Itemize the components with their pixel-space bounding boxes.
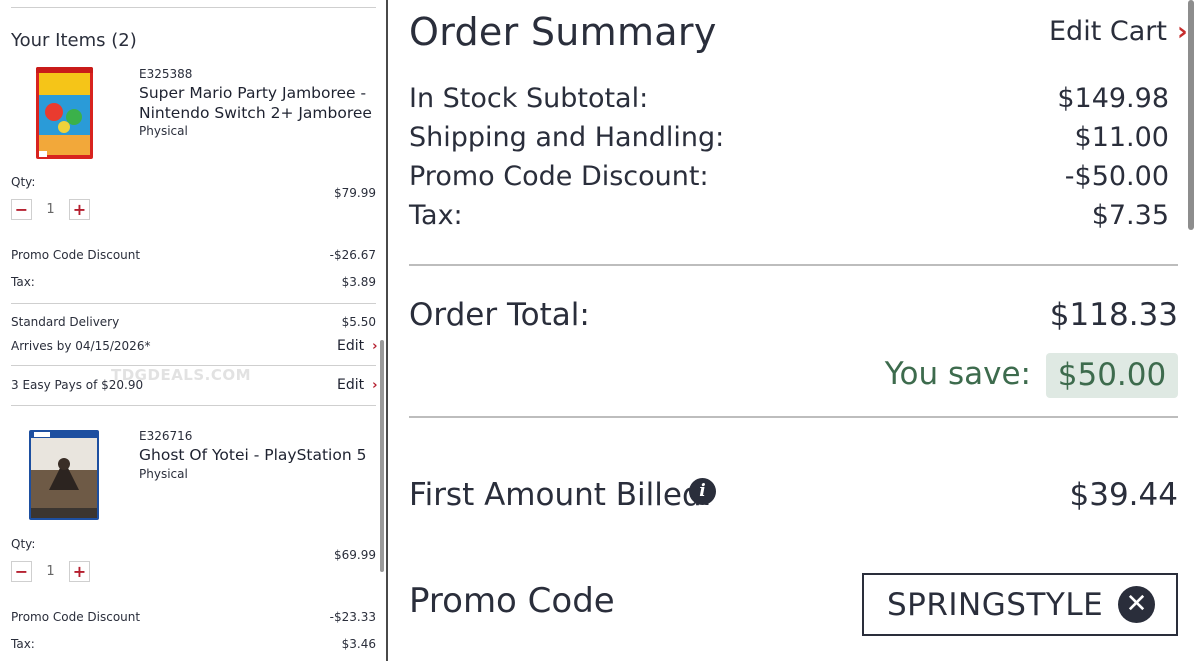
close-icon[interactable]: ✕ (1118, 586, 1155, 623)
increase-qty-button[interactable]: + (69, 561, 90, 582)
promo-discount-label: Promo Code Discount (11, 248, 141, 262)
item-name-text[interactable]: Super Mario Party Jamboree - Nintendo Sw… (139, 83, 374, 123)
info-icon[interactable]: i (689, 478, 716, 505)
decrease-qty-button[interactable]: − (11, 199, 32, 220)
first-amount-billed-value: $39.44 (1069, 477, 1178, 513)
chevron-right-icon: › (372, 338, 378, 354)
promo-code-field[interactable]: SPRINGSTYLE ✕ (862, 573, 1178, 636)
you-save-badge: $50.00 (1046, 353, 1178, 398)
arrival-date: Arrives by 04/15/2026* (11, 339, 151, 353)
divider (11, 303, 376, 304)
panel-divider (386, 0, 388, 661)
qty-value[interactable]: 1 (32, 564, 69, 579)
quantity-stepper: − 1 + (11, 561, 90, 582)
tax-value: $3.46 (341, 637, 376, 651)
divider (11, 405, 376, 406)
promo-code-label: Promo Code (409, 581, 615, 621)
tax-value: $7.35 (1091, 200, 1169, 231)
item-sku: E325388 (139, 67, 193, 81)
ghost-of-yotei-thumbnail[interactable] (29, 430, 99, 520)
promo-discount-label: Promo Code Discount (11, 610, 141, 624)
promo-discount-label: Promo Code Discount: (409, 161, 709, 192)
delivery-label: Standard Delivery (11, 315, 120, 329)
shipping-label: Shipping and Handling: (409, 122, 725, 153)
first-amount-billed-label: First Amount Billed: (409, 477, 713, 513)
mario-party-thumbnail[interactable] (36, 67, 93, 159)
subtotal-label: In Stock Subtotal: (409, 83, 649, 114)
tax-label: Tax: (11, 637, 35, 651)
tax-label: Tax: (409, 200, 463, 231)
item-price: $79.99 (334, 186, 376, 200)
divider (409, 416, 1178, 418)
qty-value[interactable]: 1 (32, 202, 69, 217)
item-type: Physical (139, 124, 188, 138)
item-sku: E326716 (139, 429, 193, 443)
order-summary-title: Order Summary (409, 10, 717, 54)
cart-items-panel: Your Items (2) E325388 Super Mario Party… (0, 0, 386, 661)
edit-easy-pays-link[interactable]: Edit › (337, 377, 377, 393)
item-name[interactable]: Super Mario Party Jamboree - Nintendo Sw… (139, 83, 374, 123)
chevron-right-icon: › (372, 377, 378, 393)
decrease-qty-button[interactable]: − (11, 561, 32, 582)
promo-discount-value: -$26.67 (329, 248, 376, 262)
subtotal-value: $149.98 (1057, 83, 1169, 114)
item-name[interactable]: Ghost Of Yotei - PlayStation 5 (139, 445, 374, 465)
order-total-label: Order Total: (409, 297, 590, 333)
chevron-right-icon: › (1176, 16, 1188, 47)
qty-label: Qty: (11, 537, 36, 551)
edit-delivery-label[interactable]: Edit (337, 338, 364, 354)
tax-label: Tax: (11, 275, 35, 289)
divider (409, 264, 1178, 266)
edit-easy-pays-label[interactable]: Edit (337, 377, 364, 393)
right-scrollbar[interactable] (1188, 0, 1194, 230)
qty-label: Qty: (11, 175, 36, 189)
divider (11, 7, 376, 8)
shipping-value: $11.00 (1074, 122, 1169, 153)
promo-code-value[interactable]: SPRINGSTYLE (887, 587, 1103, 623)
increase-qty-button[interactable]: + (69, 199, 90, 220)
item-price: $69.99 (334, 548, 376, 562)
quantity-stepper: − 1 + (11, 199, 90, 220)
promo-discount-value: -$50.00 (1064, 161, 1169, 192)
delivery-value: $5.50 (341, 315, 376, 329)
tax-value: $3.89 (341, 275, 376, 289)
easy-pays-label: 3 Easy Pays of $20.90 (11, 378, 144, 392)
you-save-label: You save: (884, 356, 1031, 392)
order-total-value: $118.33 (1049, 297, 1178, 333)
promo-discount-value: -$23.33 (329, 610, 376, 624)
edit-cart-label[interactable]: Edit Cart (1049, 16, 1167, 47)
item-type: Physical (139, 467, 188, 481)
item-name-text[interactable]: Ghost Of Yotei - PlayStation 5 (139, 445, 374, 465)
edit-delivery-link[interactable]: Edit › (337, 338, 377, 354)
your-items-heading: Your Items (2) (11, 30, 137, 51)
left-scrollbar[interactable] (380, 340, 384, 572)
edit-cart-link[interactable]: Edit Cart › (1049, 16, 1188, 47)
